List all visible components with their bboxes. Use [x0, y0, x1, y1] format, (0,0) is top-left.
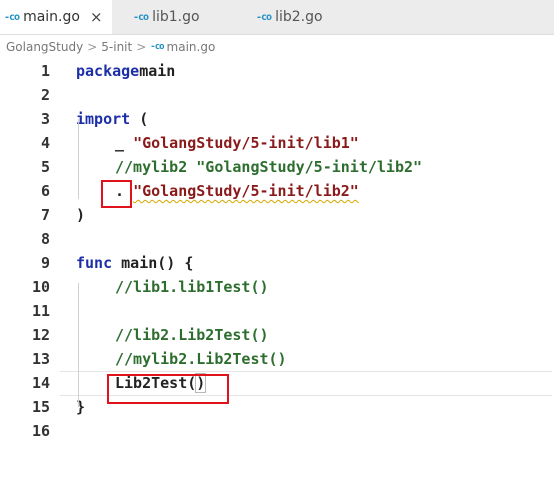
code-line[interactable]: 13 //mylib2.Lib2Test() [0, 347, 554, 371]
code-text: import ( [76, 107, 148, 131]
breadcrumb-item-main-go[interactable]: main.go [167, 40, 216, 54]
code-line[interactable]: 1 packagemain [0, 59, 554, 83]
code-text: //lib2.Lib2Test() [115, 323, 269, 347]
code-line[interactable]: 4 _ "GolangStudy/5-init/lib1" [0, 131, 554, 155]
line-number: 15 [31, 398, 50, 416]
code-token: //lib1.lib1Test() [115, 278, 269, 296]
tab-label: main.go [23, 9, 80, 25]
code-token: ( [130, 110, 149, 128]
code-token: main() { [112, 254, 194, 272]
code-text: //mylib2 "GolangStudy/5-init/lib2" [115, 155, 422, 179]
code-token: //mylib2.Lib2Test() [115, 350, 287, 368]
line-number: 10 [31, 278, 50, 296]
go-file-icon: -co [150, 42, 164, 52]
line-number: 7 [40, 206, 50, 224]
line-number: 1 [40, 62, 50, 80]
line-number: 16 [31, 422, 50, 440]
code-token: _ [115, 134, 134, 152]
line-number: 3 [40, 110, 50, 128]
line-number: 9 [40, 254, 50, 272]
code-line[interactable]: 11 [0, 299, 554, 323]
go-file-icon: -co [133, 11, 149, 23]
line-number: 11 [31, 302, 50, 320]
tab-bar: -co main.go × -co lib1.go -co lib2.go [0, 0, 554, 35]
breadcrumb-item-golangstudy[interactable]: GolangStudy [6, 40, 83, 54]
tab-label: lib2.go [275, 9, 323, 25]
code-line[interactable]: 6 . "GolangStudy/5-init/lib2" [0, 179, 554, 203]
tab-main-go[interactable]: -co main.go × [0, 0, 112, 34]
code-text: packagemain [76, 59, 175, 83]
code-text: . "GolangStudy/5-init/lib2" [115, 179, 359, 203]
code-text: //lib1.lib1Test() [115, 275, 269, 299]
tab-lib1-go[interactable]: -co lib1.go [133, 0, 200, 34]
go-file-icon: -co [256, 11, 272, 23]
line-number: 8 [40, 230, 50, 248]
tab-lib2-go[interactable]: -co lib2.go [256, 0, 323, 34]
line-number: 13 [31, 350, 50, 368]
code-text: func main() { [76, 251, 193, 275]
code-token: "GolangStudy/5-init/lib2" [133, 182, 359, 200]
code-token: //mylib2 "GolangStudy/5-init/lib2" [115, 158, 423, 176]
code-token: "GolangStudy/5-init/lib1" [133, 134, 359, 152]
indent-guide [78, 119, 79, 199]
breadcrumb-separator: > [87, 40, 98, 54]
line-number: 5 [40, 158, 50, 176]
highlight-box-dot-import [101, 180, 132, 208]
code-line[interactable]: 14 Lib2Test() [0, 371, 554, 396]
code-token: package [76, 62, 140, 80]
highlight-box-lib2test-call [107, 374, 229, 404]
indent-guide [78, 283, 79, 407]
breadcrumb: GolangStudy > 5-init > -co main.go [0, 35, 554, 59]
code-token: import [76, 110, 131, 128]
code-token: main [139, 62, 176, 80]
code-text: _ "GolangStudy/5-init/lib1" [115, 131, 359, 155]
code-token: func [76, 254, 113, 272]
code-line[interactable]: 16 [0, 419, 554, 443]
code-line[interactable]: 15} [0, 395, 554, 419]
close-icon[interactable]: × [90, 8, 103, 26]
line-number: 14 [31, 374, 50, 392]
code-line[interactable]: 12 //lib2.Lib2Test() [0, 323, 554, 347]
tab-label: lib1.go [152, 9, 200, 25]
code-line[interactable]: 5 //mylib2 "GolangStudy/5-init/lib2" [0, 155, 554, 179]
line-number: 2 [40, 86, 50, 104]
breadcrumb-item-5-init[interactable]: 5-init [101, 40, 132, 54]
code-line[interactable]: 7) [0, 203, 554, 227]
line-number: 12 [31, 326, 50, 344]
code-token: ) [76, 206, 86, 224]
code-text: ) [76, 203, 85, 227]
go-file-icon: -co [4, 11, 20, 23]
code-line[interactable]: 2 [0, 83, 554, 107]
code-line[interactable]: 10 //lib1.lib1Test() [0, 275, 554, 299]
line-number: 6 [40, 182, 50, 200]
code-token: //lib2.Lib2Test() [115, 326, 269, 344]
breadcrumb-separator: > [136, 40, 147, 54]
code-editor[interactable]: 16 15} 14 Lib2Test() 13//mylib2.Lib2Test() 12… [0, 59, 554, 491]
code-text: //mylib2.Lib2Test() [115, 347, 287, 371]
code-line[interactable]: 9 func main() { [0, 251, 554, 275]
code-line[interactable]: 3 import ( [0, 107, 554, 131]
line-number: 4 [40, 134, 50, 152]
code-line[interactable]: 8 [0, 227, 554, 251]
